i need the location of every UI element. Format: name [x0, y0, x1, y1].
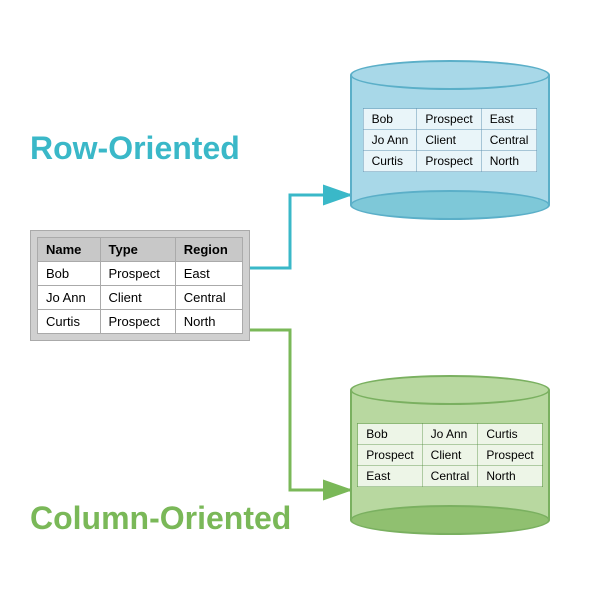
table-row: BobProspectEast: [38, 262, 243, 286]
table-row: Jo AnnClientCentral: [38, 286, 243, 310]
col-oriented-label: Column-Oriented: [30, 500, 291, 537]
cyl-green-body: BobJo AnnCurtisProspectClientProspectEas…: [350, 390, 550, 520]
table-cell: East: [175, 262, 242, 286]
col-db-cell: Bob: [358, 424, 422, 445]
row-db-cell: East: [481, 109, 537, 130]
cyl-blue-bottom: [350, 190, 550, 220]
row-db-cell: Client: [417, 130, 481, 151]
table-cell: Client: [100, 286, 175, 310]
col-header-name: Name: [38, 238, 101, 262]
cyl-green-top: [350, 375, 550, 405]
table-cell: Prospect: [100, 310, 175, 334]
col-mini-table: BobJo AnnCurtisProspectClientProspectEas…: [357, 423, 542, 487]
row-db-cell: North: [481, 151, 537, 172]
col-db-cell: Prospect: [358, 445, 422, 466]
table-cell: Central: [175, 286, 242, 310]
table-cell: Jo Ann: [38, 286, 101, 310]
col-db-cell: North: [478, 466, 542, 487]
col-db-row: ProspectClientProspect: [358, 445, 542, 466]
col-header-type: Type: [100, 238, 175, 262]
col-db-cell: Curtis: [478, 424, 542, 445]
col-db-row: EastCentralNorth: [358, 466, 542, 487]
row-arrow: [250, 195, 350, 268]
col-db-cell: Prospect: [478, 445, 542, 466]
source-table: Name Type Region BobProspectEastJo AnnCl…: [30, 230, 250, 341]
row-oriented-label: Row-Oriented: [30, 130, 240, 167]
row-db-cylinder: BobProspectEastJo AnnClientCentralCurtis…: [350, 60, 550, 220]
table-cell: Bob: [38, 262, 101, 286]
row-db-cell: Prospect: [417, 109, 481, 130]
col-db-cell: Jo Ann: [422, 424, 478, 445]
col-arrow: [250, 330, 350, 490]
cyl-blue-body: BobProspectEastJo AnnClientCentralCurtis…: [350, 75, 550, 205]
row-mini-table: BobProspectEastJo AnnClientCentralCurtis…: [363, 108, 538, 172]
col-db-cell: Central: [422, 466, 478, 487]
col-db-cell: East: [358, 466, 422, 487]
row-db-row: Jo AnnClientCentral: [363, 130, 537, 151]
table-cell: Curtis: [38, 310, 101, 334]
col-header-region: Region: [175, 238, 242, 262]
row-db-row: CurtisProspectNorth: [363, 151, 537, 172]
table-row: CurtisProspectNorth: [38, 310, 243, 334]
row-db-cell: Prospect: [417, 151, 481, 172]
table-cell: North: [175, 310, 242, 334]
col-db-row: BobJo AnnCurtis: [358, 424, 542, 445]
row-db-row: BobProspectEast: [363, 109, 537, 130]
col-db-cylinder: BobJo AnnCurtisProspectClientProspectEas…: [350, 375, 550, 535]
row-db-cell: Bob: [363, 109, 417, 130]
table-cell: Prospect: [100, 262, 175, 286]
col-db-cell: Client: [422, 445, 478, 466]
row-db-cell: Jo Ann: [363, 130, 417, 151]
cyl-green-bottom: [350, 505, 550, 535]
row-db-cell: Central: [481, 130, 537, 151]
cyl-blue-top: [350, 60, 550, 90]
row-db-cell: Curtis: [363, 151, 417, 172]
